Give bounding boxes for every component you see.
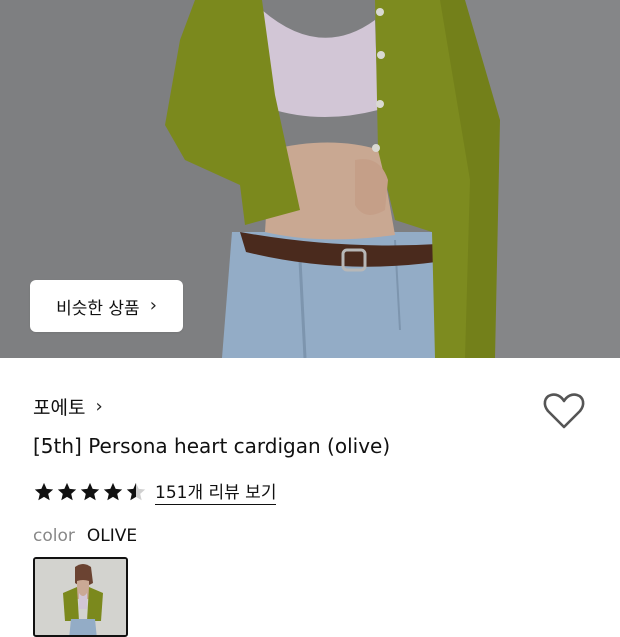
heart-outline-icon[interactable] — [542, 390, 586, 432]
star-icon — [80, 482, 100, 500]
brand-name: 포에토 — [33, 397, 86, 419]
product-image: 비슷한 상품 › — [0, 0, 620, 358]
chevron-right-icon: › — [149, 295, 157, 316]
star-half-icon — [126, 482, 146, 500]
similar-products-label: 비슷한 상품 — [56, 298, 140, 319]
swatch-thumbnail — [35, 559, 126, 635]
star-icon — [57, 482, 77, 500]
color-label: color — [33, 526, 75, 546]
color-swatch-olive[interactable] — [33, 557, 128, 637]
color-row: color OLIVE — [33, 526, 137, 546]
star-icon — [34, 482, 54, 500]
color-value: OLIVE — [86, 526, 138, 546]
product-title: [5th] Persona heart cardigan (olive) — [33, 434, 391, 458]
star-icon — [103, 482, 123, 500]
similar-products-button[interactable]: 비슷한 상품 › — [30, 280, 183, 332]
star-rating — [33, 481, 147, 503]
rating-row: 151개 리뷰 보기 — [33, 478, 277, 505]
chevron-right-icon: › — [95, 395, 103, 417]
reviews-link[interactable]: 151개 리뷰 보기 — [155, 478, 277, 505]
brand-link[interactable]: 포에토 › — [33, 393, 103, 420]
